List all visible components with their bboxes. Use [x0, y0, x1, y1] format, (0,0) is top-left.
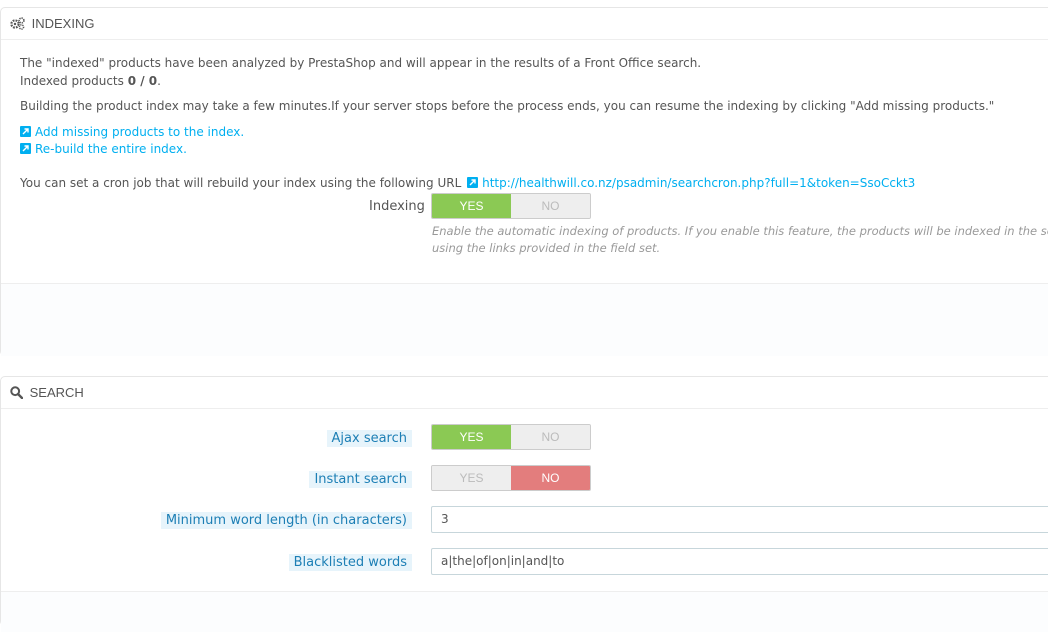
ajax-search-label: Ajax search: [326, 430, 412, 447]
indexing-help-text: Enable the automatic indexing of product…: [432, 223, 1048, 257]
instant-search-toggle[interactable]: YES NO: [431, 465, 591, 491]
ajax-search-yes-option[interactable]: YES: [432, 425, 511, 449]
indexed-products-suffix: .: [157, 74, 161, 88]
indexing-no-option[interactable]: NO: [511, 194, 590, 218]
search-title: Search: [29, 385, 84, 400]
instant-search-label-wrap: Instant search: [309, 471, 412, 488]
indexing-title: Indexing: [31, 16, 95, 31]
indexed-products-label: Indexed products: [20, 74, 124, 88]
external-link-icon: [20, 126, 31, 137]
indexed-products-count: 0 / 0: [127, 74, 158, 88]
cron-text: You can set a cron job that will rebuild…: [20, 176, 462, 190]
ajax-search-label-wrap: Ajax search: [326, 430, 412, 447]
instant-search-label: Instant search: [309, 471, 412, 488]
blacklisted-words-input[interactable]: a|the|of|on|in|and|to: [431, 548, 1048, 575]
indexing-yes-option[interactable]: YES: [432, 194, 511, 218]
ajax-search-no-option[interactable]: NO: [511, 425, 590, 449]
indexing-panel-heading: Indexing: [1, 8, 1048, 40]
rebuild-link-row: Re-build the entire index.: [20, 142, 187, 156]
search-icon: [10, 385, 30, 400]
min-word-length-label-wrap: Minimum word length (in characters): [160, 512, 412, 529]
external-link-icon: [20, 143, 31, 154]
instant-search-yes-option[interactable]: YES: [432, 466, 511, 490]
external-link-icon: [467, 177, 479, 188]
min-word-length-label: Minimum word length (in characters): [160, 512, 412, 529]
indexing-panel: Indexing The "indexed" products have bee…: [0, 7, 1048, 356]
cron-line: You can set a cron job that will rebuild…: [20, 176, 915, 190]
rebuild-index-link[interactable]: Re-build the entire index.: [35, 142, 187, 156]
indexing-panel-footer: [1, 283, 1048, 356]
build-index-note: Building the product index may take a fe…: [20, 99, 995, 113]
indexed-products-line: Indexed products 0 / 0.: [20, 74, 161, 88]
instant-search-no-option[interactable]: NO: [511, 466, 590, 490]
add-missing-link-row: Add missing products to the index.: [20, 125, 244, 139]
indexing-help-line1: Enable the automatic indexing of product…: [432, 224, 1048, 238]
blacklisted-words-label: Blacklisted words: [288, 554, 412, 571]
add-missing-products-link[interactable]: Add missing products to the index.: [35, 125, 244, 139]
search-panel-heading: Search: [1, 377, 1048, 409]
search-panel: Search Ajax search YES NO Instant search…: [0, 376, 1048, 632]
cron-url-link[interactable]: http://healthwill.co.nz/psadmin/searchcr…: [482, 176, 915, 190]
indexing-toggle[interactable]: YES NO: [431, 193, 591, 219]
indexing-help-line2: using the links provided in the field se…: [432, 241, 661, 255]
blacklisted-words-label-wrap: Blacklisted words: [288, 554, 412, 571]
indexing-intro: The "indexed" products have been analyze…: [20, 56, 702, 70]
indexing-toggle-label: Indexing: [369, 199, 425, 214]
cogs-icon: [10, 16, 32, 31]
ajax-search-toggle[interactable]: YES NO: [431, 424, 591, 450]
min-word-length-input[interactable]: 3: [431, 506, 1048, 533]
